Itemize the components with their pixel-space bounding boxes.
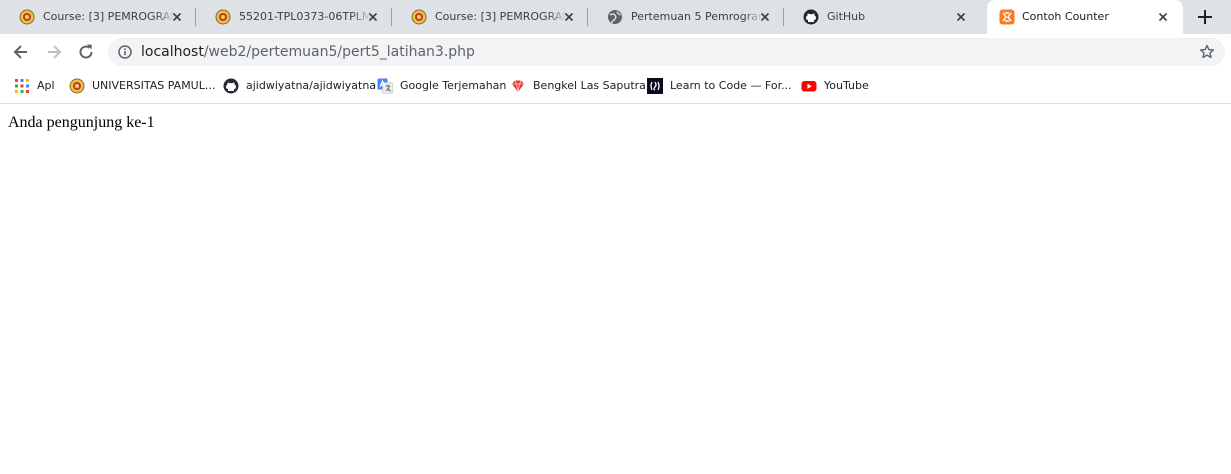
- tab-title: Contoh Counter: [1022, 10, 1109, 23]
- globe-icon: [608, 10, 622, 24]
- close-icon[interactable]: [758, 10, 772, 24]
- tab-pertemuan-5[interactable]: Pertemuan 5 Pemrograman Web 2: [588, 0, 784, 34]
- close-icon[interactable]: [562, 10, 576, 24]
- youtube-icon: [801, 81, 817, 92]
- bookmark-label: Learn to Code — For...: [670, 79, 792, 92]
- bookmarks-bar: Apl UNIVERSITAS PAMUL... ajidwiyatna/aji…: [0, 70, 1231, 104]
- bookmark-label: Apl: [37, 79, 55, 92]
- xampp-icon: [999, 9, 1015, 25]
- close-icon[interactable]: [170, 10, 184, 24]
- ruby-gem-icon: [512, 80, 524, 93]
- new-tab-plus-icon[interactable]: [1195, 7, 1215, 27]
- bookmark-label: YouTube: [824, 79, 869, 92]
- tab-title: Course: [3] PEMROGRAMAN WEB 2: [43, 10, 175, 23]
- bookmark-star-icon[interactable]: [1199, 44, 1215, 60]
- info-icon[interactable]: [118, 45, 132, 59]
- university-seal-icon: [411, 9, 427, 25]
- freecodecamp-icon: [647, 78, 663, 94]
- university-seal-icon: [19, 9, 35, 25]
- github-icon: [223, 78, 239, 94]
- tab-55201-tpl0373[interactable]: 55201-TPL0373-06TPLM001: [196, 0, 392, 34]
- tab-strip: Course: [3] PEMROGRAMAN WEB 2 55201-TPL0…: [0, 0, 1231, 34]
- url-text[interactable]: localhost/web2/pertemuan5/pert5_latihan3…: [141, 44, 475, 60]
- back-arrow-icon[interactable]: [11, 42, 31, 62]
- page-content: Anda pengunjung ke-1: [0, 104, 1231, 474]
- url-path: /web2/pertemuan5/pert5_latihan3.php: [203, 44, 475, 60]
- bookmark-label: UNIVERSITAS PAMUL...: [92, 79, 216, 92]
- reload-icon[interactable]: [76, 42, 96, 62]
- tab-title: Course: [3] PEMROGRAMAN WEB 2: [435, 10, 567, 23]
- university-seal-icon: [215, 9, 231, 25]
- tab-github[interactable]: GitHub: [784, 0, 980, 34]
- visitor-counter-text: Anda pengunjung ke-1: [8, 114, 155, 131]
- university-seal-icon: [69, 78, 85, 94]
- address-bar[interactable]: localhost/web2/pertemuan5/pert5_latihan3…: [108, 38, 1225, 66]
- bookmark-label: Bengkel Las Saputra: [533, 79, 646, 92]
- github-icon: [803, 9, 819, 25]
- url-host: localhost: [141, 44, 204, 60]
- bookmark-label: ajidwiyatna/ajidwiyatna: [246, 79, 377, 92]
- tab-course-pemrograman-2[interactable]: Course: [3] PEMROGRAMAN WEB 2: [392, 0, 588, 34]
- browser-window: Course: [3] PEMROGRAMAN WEB 2 55201-TPL0…: [0, 0, 1231, 474]
- close-icon[interactable]: [366, 10, 380, 24]
- tab-title: Pertemuan 5 Pemrograman Web 2: [631, 10, 763, 23]
- tab-title: 55201-TPL0373-06TPLM001: [239, 10, 371, 23]
- tab-title: GitHub: [827, 10, 866, 23]
- toolbar: localhost/web2/pertemuan5/pert5_latihan3…: [0, 34, 1231, 70]
- close-icon[interactable]: [954, 10, 968, 24]
- tab-contoh-counter[interactable]: Contoh Counter: [987, 0, 1183, 34]
- google-translate-icon: [377, 78, 393, 94]
- apps-grid-icon: [15, 79, 29, 93]
- tab-course-pemrograman-1[interactable]: Course: [3] PEMROGRAMAN WEB 2: [0, 0, 196, 34]
- bookmark-label: Google Terjemahan: [400, 79, 507, 92]
- forward-arrow-icon[interactable]: [44, 42, 64, 62]
- close-icon[interactable]: [1156, 10, 1170, 24]
